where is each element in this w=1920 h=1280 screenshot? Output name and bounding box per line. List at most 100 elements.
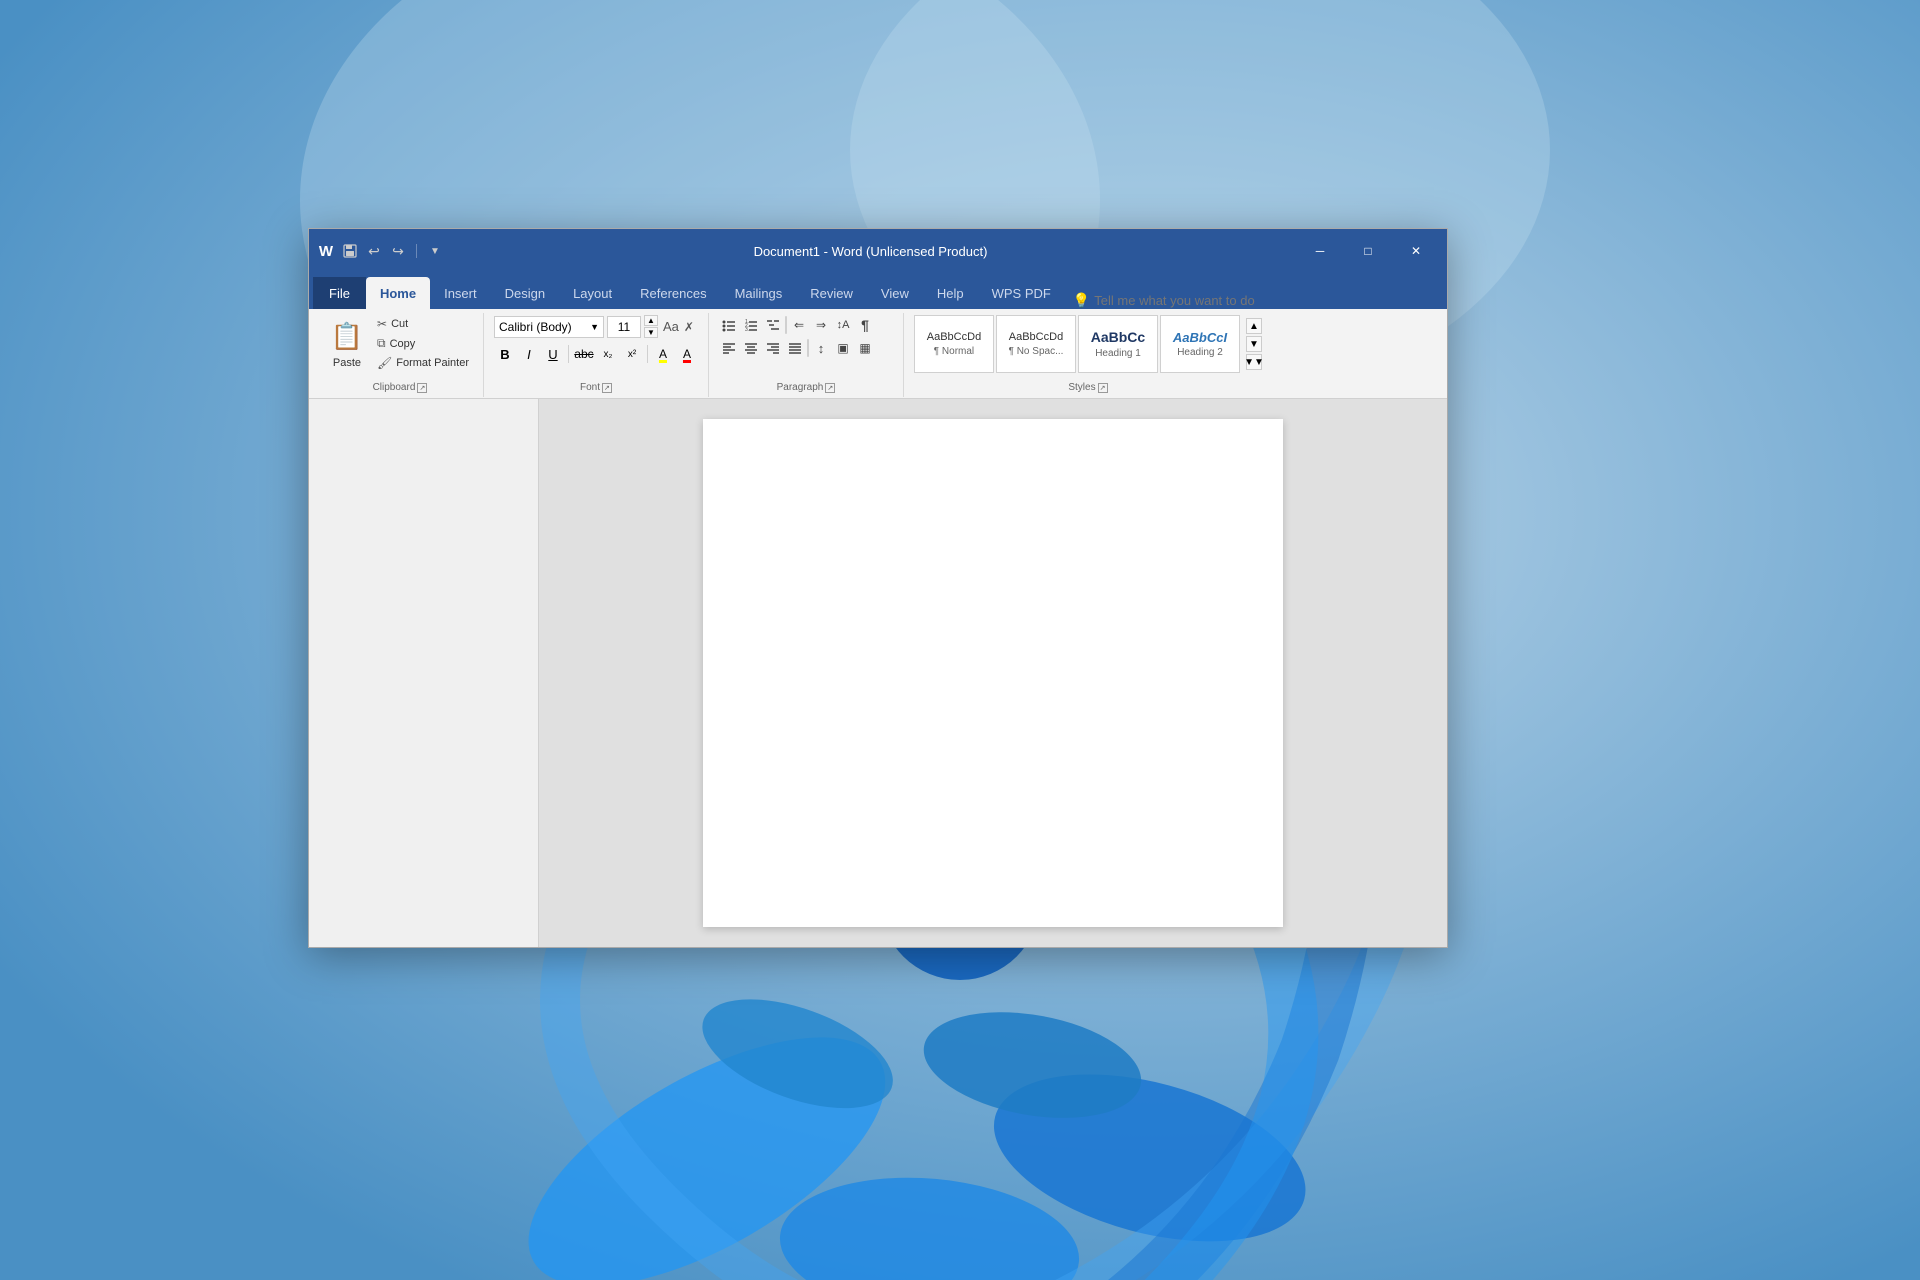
tab-view[interactable]: View <box>867 277 923 309</box>
align-left-button[interactable] <box>719 338 739 358</box>
style-no-spacing-preview: AaBbCcDd <box>1009 331 1063 344</box>
styles-nav: ▲ ▼ ▼▼ <box>1246 318 1262 370</box>
undo-button[interactable]: ↩ <box>365 242 383 260</box>
multilevel-list-button[interactable] <box>763 315 783 335</box>
customize-qat-button[interactable]: ▼ <box>426 242 444 260</box>
justify-button[interactable] <box>785 338 805 358</box>
style-normal[interactable]: AaBbCcDd ¶ Normal <box>914 315 994 373</box>
paragraph-controls: 1.2.3. ⇐ ⇒ ↕A ¶ <box>719 315 893 358</box>
italic-button[interactable]: I <box>518 343 540 365</box>
font-expand-button[interactable]: ↗ <box>602 383 612 393</box>
borders-button[interactable]: ▦ <box>855 338 875 358</box>
subscript-button[interactable]: x₂ <box>597 343 619 365</box>
save-button[interactable] <box>341 242 359 260</box>
strikethrough-button[interactable]: abc <box>573 343 595 365</box>
format-separator <box>568 345 569 363</box>
styles-scroll-down-button[interactable]: ▼ <box>1246 336 1262 352</box>
tab-review[interactable]: Review <box>796 277 867 309</box>
paragraph-expand-button[interactable]: ↗ <box>825 383 835 393</box>
show-marks-button[interactable]: ¶ <box>855 315 875 335</box>
clipboard-group-label: Clipboard ↗ <box>373 382 428 393</box>
titlebar-left: W ↩ ↪ ▼ <box>317 242 444 260</box>
tab-insert[interactable]: Insert <box>430 277 491 309</box>
text-highlight-button[interactable]: A <box>652 343 674 365</box>
separator2 <box>807 339 809 357</box>
style-heading2-preview: AaBbCcI <box>1173 330 1227 346</box>
ribbon-tabs: File Home Insert Design Layout Reference… <box>309 273 1447 309</box>
font-controls: Calibri (Body) ▼ 11 ▲ ▼ Aa ✗ B I <box>494 315 698 365</box>
cut-button[interactable]: ✂ Cut <box>373 315 473 333</box>
underline-button[interactable]: U <box>542 343 564 365</box>
maximize-button[interactable]: □ <box>1345 235 1391 267</box>
word-window: W ↩ ↪ ▼ Document1 - Word (Unlicensed Pro… <box>308 228 1448 948</box>
style-heading2[interactable]: AaBbCcI Heading 2 <box>1160 315 1240 373</box>
superscript-button[interactable]: x² <box>621 343 643 365</box>
tab-mailings[interactable]: Mailings <box>721 277 797 309</box>
paragraph-group: 1.2.3. ⇐ ⇒ ↕A ¶ <box>709 313 904 397</box>
tab-wpspdf[interactable]: WPS PDF <box>978 277 1065 309</box>
window-title-text: Document1 - Word (Unlicensed Product) <box>754 244 988 259</box>
help-search-input[interactable] <box>1094 293 1294 308</box>
style-no-spacing-label: ¶ No Spac... <box>1009 346 1064 357</box>
font-name-row: Calibri (Body) ▼ 11 ▲ ▼ Aa ✗ <box>494 315 698 338</box>
align-center-button[interactable] <box>741 338 761 358</box>
copy-button[interactable]: ⧉ Copy <box>373 334 473 353</box>
styles-group: AaBbCcDd ¶ Normal AaBbCcDd ¶ No Spac... … <box>904 313 1272 397</box>
style-normal-preview: AaBbCcDd <box>927 331 981 344</box>
increase-font-size-button[interactable]: ▲ <box>644 315 658 326</box>
clipboard-controls: 📋 Paste ✂ Cut ⧉ Copy 🖌 Format Painter <box>327 315 473 372</box>
paste-button[interactable]: 📋 Paste <box>327 317 367 371</box>
change-case-button[interactable]: Aa <box>661 319 681 334</box>
font-size-arrows: ▲ ▼ <box>644 315 658 338</box>
style-heading1[interactable]: AaBbCc Heading 1 <box>1078 315 1158 373</box>
decrease-indent-button[interactable]: ⇐ <box>789 315 809 335</box>
scissors-icon: ✂ <box>377 317 387 331</box>
paragraph-row1: 1.2.3. ⇐ ⇒ ↕A ¶ <box>719 315 893 335</box>
font-name-select[interactable]: Calibri (Body) ▼ <box>494 316 604 338</box>
shading-button[interactable]: ▣ <box>833 338 853 358</box>
font-size-input[interactable]: 11 <box>607 316 641 338</box>
increase-indent-button[interactable]: ⇒ <box>811 315 831 335</box>
tab-file[interactable]: File <box>313 277 366 309</box>
decrease-font-size-button[interactable]: ▼ <box>644 327 658 338</box>
styles-scroll-up-button[interactable]: ▲ <box>1246 318 1262 334</box>
tab-help[interactable]: Help <box>923 277 978 309</box>
numbering-button[interactable]: 1.2.3. <box>741 315 761 335</box>
font-color-button[interactable]: A <box>676 343 698 365</box>
format-painter-button[interactable]: 🖌 Format Painter <box>373 354 473 372</box>
clear-formatting-button[interactable]: ✗ <box>684 320 694 334</box>
svg-text:3.: 3. <box>745 327 749 332</box>
ribbon-content: 📋 Paste ✂ Cut ⧉ Copy 🖌 Format Painter <box>309 309 1447 399</box>
titlebar-right: ─ □ ✕ <box>1297 235 1439 267</box>
title-bar: W ↩ ↪ ▼ Document1 - Word (Unlicensed Pro… <box>309 229 1447 273</box>
separator <box>785 316 787 334</box>
close-button[interactable]: ✕ <box>1393 235 1439 267</box>
document-sidebar <box>309 399 539 947</box>
tab-references[interactable]: References <box>626 277 720 309</box>
redo-button[interactable]: ↪ <box>389 242 407 260</box>
font-format-row: B I U abc x₂ x² A A <box>494 343 698 365</box>
paragraph-group-label: Paragraph ↗ <box>777 382 836 393</box>
clipboard-group: 📋 Paste ✂ Cut ⧉ Copy 🖌 Format Painter <box>317 313 484 397</box>
styles-items-row: AaBbCcDd ¶ Normal AaBbCcDd ¶ No Spac... … <box>914 315 1262 373</box>
document-main <box>539 399 1447 947</box>
format-separator2 <box>647 345 648 363</box>
lightbulb-icon: 💡 <box>1073 292 1090 309</box>
align-right-button[interactable] <box>763 338 783 358</box>
format-painter-icon: 🖌 <box>377 356 392 370</box>
clipboard-expand-button[interactable]: ↗ <box>417 383 427 393</box>
minimize-button[interactable]: ─ <box>1297 235 1343 267</box>
line-spacing-button[interactable]: ↕ <box>811 338 831 358</box>
style-no-spacing[interactable]: AaBbCcDd ¶ No Spac... <box>996 315 1076 373</box>
tab-home[interactable]: Home <box>366 277 430 309</box>
styles-group-label: Styles ↗ <box>1068 382 1107 393</box>
styles-expand-dialog-button[interactable]: ↗ <box>1098 383 1108 393</box>
document-page[interactable] <box>703 419 1283 927</box>
font-group-label: Font ↗ <box>580 382 612 393</box>
tab-design[interactable]: Design <box>491 277 559 309</box>
bold-button[interactable]: B <box>494 343 516 365</box>
sort-button[interactable]: ↕A <box>833 315 853 335</box>
tab-layout[interactable]: Layout <box>559 277 626 309</box>
styles-expand-button[interactable]: ▼▼ <box>1246 354 1262 370</box>
bullets-button[interactable] <box>719 315 739 335</box>
